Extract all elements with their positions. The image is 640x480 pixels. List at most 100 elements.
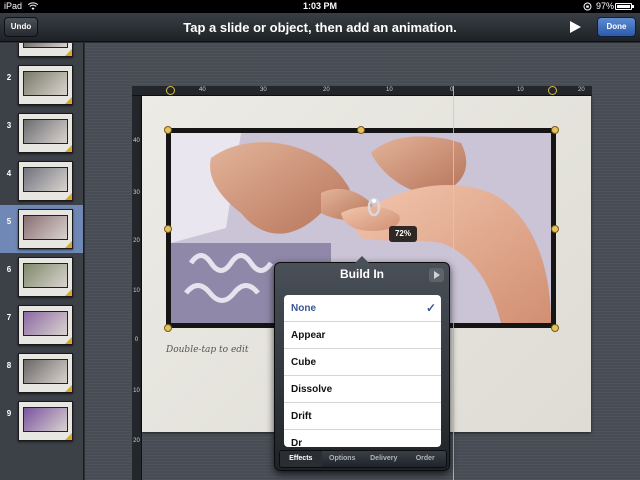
- ruler-left-label: 10: [133, 288, 140, 294]
- effect-option-label: Dr: [291, 438, 303, 447]
- effect-option-label: Cube: [291, 357, 316, 368]
- resize-handle-top-center[interactable]: [357, 126, 365, 134]
- clock: 1:03 PM: [302, 1, 337, 11]
- effect-option-dr[interactable]: Dr: [284, 430, 441, 447]
- slide-thumbnail-9[interactable]: 9: [0, 397, 83, 445]
- slide-thumbnail-1[interactable]: 1: [0, 43, 83, 61]
- slide-number: 5: [6, 217, 12, 226]
- slide-thumbnail-2[interactable]: 2: [0, 61, 83, 109]
- preview-arrow-icon[interactable]: [429, 268, 444, 282]
- slide-number: 7: [6, 313, 12, 322]
- effect-option-cube[interactable]: Cube: [284, 349, 441, 376]
- ruler-left-label: 40: [133, 138, 140, 144]
- slide-number: 4: [6, 169, 12, 178]
- status-bar: iPad 1:03 PM 97%: [0, 0, 640, 13]
- slide-thumbnail-7[interactable]: 7: [0, 301, 83, 349]
- slide-number: 8: [6, 361, 12, 370]
- slide-preview: [18, 161, 73, 201]
- effect-option-label: None: [291, 303, 316, 314]
- play-icon[interactable]: [568, 20, 582, 34]
- slide-preview: [18, 353, 73, 393]
- tab-order[interactable]: Order: [405, 451, 447, 467]
- rotation-lock-icon: [583, 2, 592, 11]
- tab-effects[interactable]: Effects: [280, 451, 322, 467]
- slide-preview-image: [23, 215, 68, 240]
- slide-thumbnail-5[interactable]: 5: [0, 205, 83, 253]
- effect-option-label: Drift: [291, 411, 312, 422]
- slide-preview-image: [23, 167, 68, 192]
- slide-preview: [18, 65, 73, 105]
- done-button[interactable]: Done: [597, 17, 636, 37]
- slide-preview: [18, 401, 73, 441]
- tab-options[interactable]: Options: [322, 451, 364, 467]
- ruler-left[interactable]: 40 30 20 10 0 10 20: [132, 96, 142, 480]
- ruler-top[interactable]: 40 30 20 10 0 10 20: [132, 86, 592, 96]
- toolbar: Undo Tap a slide or object, then add an …: [0, 13, 640, 42]
- slide-preview: [18, 305, 73, 345]
- slide-preview-image: [23, 359, 68, 384]
- resize-handle-bottom-left[interactable]: [164, 324, 172, 332]
- slide-preview-image: [23, 43, 68, 48]
- effect-option-none[interactable]: None ✓: [284, 295, 441, 322]
- resize-handle-middle-right[interactable]: [551, 225, 559, 233]
- ruler-top-label: 30: [260, 87, 267, 93]
- effect-option-dissolve[interactable]: Dissolve: [284, 376, 441, 403]
- slide-preview-image: [23, 263, 68, 288]
- slide-thumbnail-3[interactable]: 3: [0, 109, 83, 157]
- ruler-top-label: 10: [517, 87, 524, 93]
- effect-option-drift[interactable]: Drift: [284, 403, 441, 430]
- build-indicator-icon: [65, 337, 72, 344]
- effect-option-label: Appear: [291, 330, 326, 341]
- slide-preview-image: [23, 71, 68, 96]
- build-indicator-icon: [65, 289, 72, 296]
- popover-tabs: Effects Options Delivery Order: [279, 450, 447, 468]
- zoom-indicator: 72%: [389, 226, 417, 242]
- build-indicator-icon: [65, 49, 72, 56]
- build-indicator-icon: [65, 97, 72, 104]
- build-indicator-icon: [65, 193, 72, 200]
- popover-arrow: [355, 256, 369, 263]
- slide-number: 2: [6, 73, 12, 82]
- ruler-left-label: 20: [133, 238, 140, 244]
- slide-preview: [18, 43, 73, 57]
- tab-delivery[interactable]: Delivery: [363, 451, 405, 467]
- ruler-top-label: 10: [386, 87, 393, 93]
- ruler-top-label: 20: [323, 87, 330, 93]
- slide-preview-image: [23, 407, 68, 432]
- build-indicator-icon: [65, 385, 72, 392]
- ruler-left-label: 30: [133, 190, 140, 196]
- build-indicator-icon: [65, 433, 72, 440]
- resize-handle-top-right[interactable]: [551, 126, 559, 134]
- slide-preview-image: [23, 119, 68, 144]
- effects-list[interactable]: None ✓ Appear Cube Dissolve Drift Dr: [284, 295, 441, 447]
- resize-handle-bottom-right[interactable]: [551, 324, 559, 332]
- slide-preview: [18, 209, 73, 249]
- undo-button[interactable]: Undo: [4, 17, 38, 37]
- slide-navigator[interactable]: 1 2 3 4 5 6 7 8 9: [0, 43, 84, 480]
- ruler-top-label: 40: [199, 87, 206, 93]
- effect-option-label: Dissolve: [291, 384, 333, 395]
- slide-preview-image: [23, 311, 68, 336]
- slide-thumbnail-8[interactable]: 8: [0, 349, 83, 397]
- battery-icon: [615, 3, 634, 10]
- ruler-object-marker: [548, 86, 557, 95]
- instruction-title: Tap a slide or object, then add an anima…: [183, 20, 457, 35]
- slide-number: 9: [6, 409, 12, 418]
- battery-percent: 97%: [596, 1, 615, 11]
- popover-title: Build In: [340, 267, 384, 281]
- effect-option-appear[interactable]: Appear: [284, 322, 441, 349]
- slide-caption[interactable]: Double-tap to edit: [166, 345, 249, 355]
- slide-thumbnail-4[interactable]: 4: [0, 157, 83, 205]
- slide-thumbnail-6[interactable]: 6: [0, 253, 83, 301]
- checkmark-icon: ✓: [425, 301, 436, 315]
- resize-handle-middle-left[interactable]: [164, 225, 172, 233]
- ruler-top-label: 20: [578, 87, 585, 93]
- slide-number: 6: [6, 265, 12, 274]
- ruler-object-marker: [166, 86, 175, 95]
- resize-handle-top-left[interactable]: [164, 126, 172, 134]
- slide-preview: [18, 113, 73, 153]
- ruler-left-label: 20: [133, 438, 140, 444]
- slide-preview: [18, 257, 73, 297]
- build-indicator-icon: [65, 241, 72, 248]
- build-indicator-icon: [65, 145, 72, 152]
